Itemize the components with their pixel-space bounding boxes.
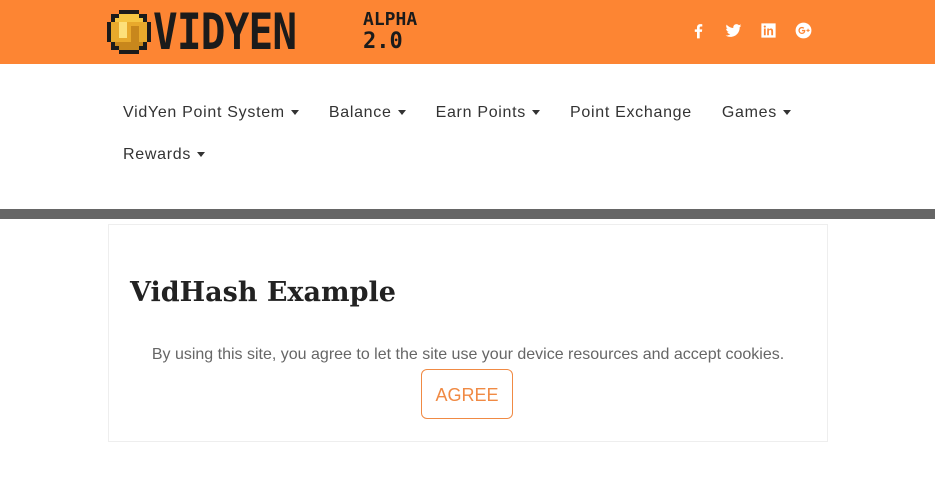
caret-down-icon (290, 110, 299, 116)
logo-alpha-label: ALPHA (363, 9, 418, 30)
section-divider (0, 209, 935, 219)
nav-item-games[interactable]: Games (707, 92, 806, 134)
agree-button[interactable]: AGREE (421, 369, 513, 419)
main-navigation: VidYen Point System Balance Earn Points … (108, 92, 828, 176)
coin-icon (107, 10, 151, 54)
content-panel: VidHash Example By using this site, you … (108, 224, 828, 442)
social-links (689, 21, 813, 40)
nav-item-vidyen-point-system[interactable]: VidYen Point System (108, 92, 314, 134)
logo-version: 2.0 (363, 29, 403, 54)
nav-item-label: Games (721, 104, 777, 121)
nav-item-label: Balance (328, 104, 392, 121)
facebook-icon[interactable] (689, 21, 708, 40)
google-plus-icon[interactable] (794, 21, 813, 40)
caret-down-icon (197, 152, 206, 158)
top-header-bar: VIDYEN ALPHA 2.0 (0, 0, 935, 64)
nav-item-rewards[interactable]: Rewards (108, 134, 220, 176)
nav-item-earn-points[interactable]: Earn Points (421, 92, 555, 134)
nav-item-label: Rewards (123, 146, 192, 163)
nav-item-point-exchange[interactable]: Point Exchange (555, 92, 707, 134)
nav-item-label: Earn Points (435, 104, 526, 121)
page-title: VidHash Example (130, 277, 396, 308)
caret-down-icon (532, 110, 540, 116)
caret-down-icon (397, 110, 406, 116)
nav-item-label: Point Exchange (570, 104, 692, 121)
logo-tagline: ALPHA 2.0 (363, 10, 417, 54)
cookie-consent-text: By using this site, you agree to let the… (151, 346, 785, 363)
nav-item-label: VidYen Point System (123, 104, 285, 121)
caret-down-icon (782, 110, 791, 116)
linkedin-icon[interactable] (759, 21, 778, 40)
logo-wordmark: VIDYEN (153, 3, 297, 61)
twitter-icon[interactable] (724, 21, 743, 40)
nav-item-balance[interactable]: Balance (314, 92, 421, 134)
